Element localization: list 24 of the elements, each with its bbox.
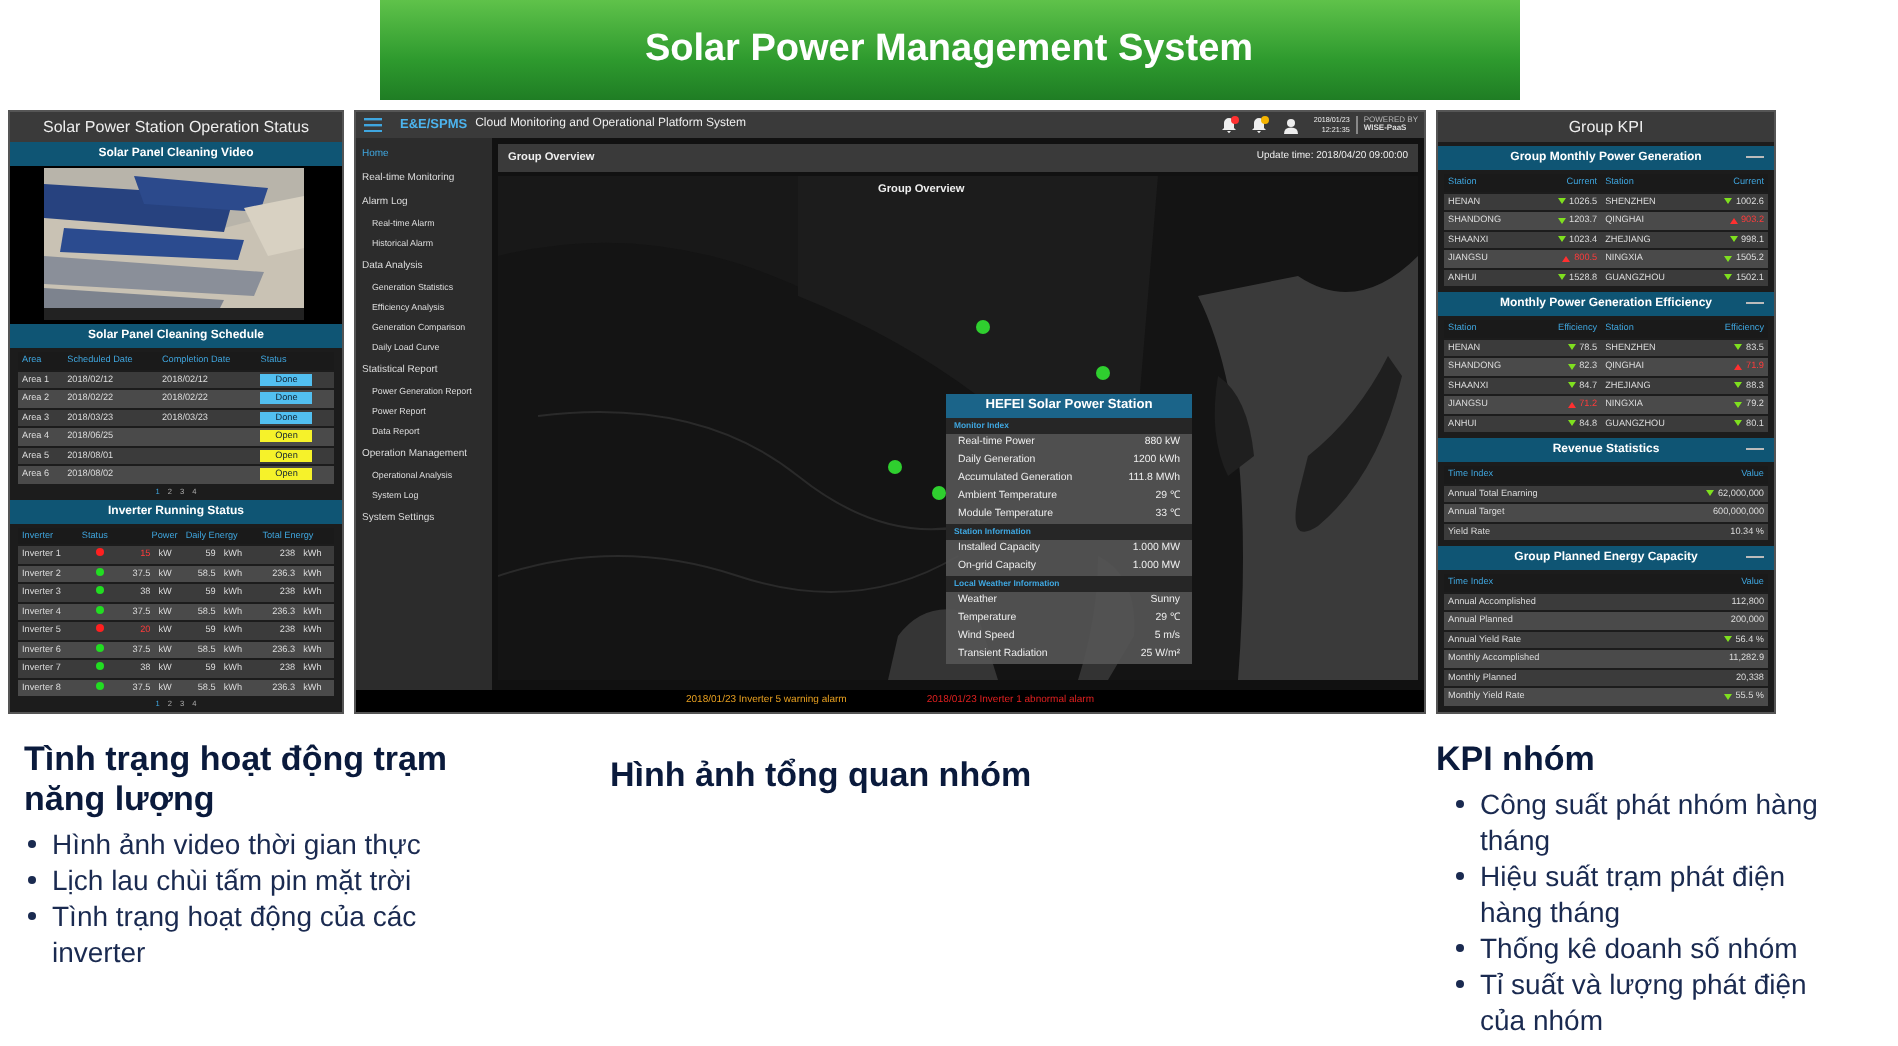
bullet-icon — [1456, 980, 1464, 988]
slide-title: Solar Power Management System — [379, 0, 1519, 100]
bullet-text: Tình trạng hoạt động của các inverter — [52, 898, 419, 970]
bell-icon[interactable] — [1249, 116, 1270, 134]
bullet-icon — [28, 840, 36, 848]
bullet-icon — [1456, 872, 1464, 880]
bullet-text: Hình ảnh video thời gian thực — [52, 826, 421, 862]
caption-heading: Tình trạng hoạt động trạm năng lượng — [24, 740, 450, 820]
bullet-icon — [1456, 944, 1464, 952]
bullet-icon — [28, 876, 36, 884]
menu-icon[interactable] — [364, 118, 382, 132]
user-icon[interactable] — [1283, 117, 1298, 133]
bullet-text: Hiệu suất trạm phát điện hàng tháng — [1480, 858, 1788, 930]
panel-title: Solar Power Station Operation Status — [10, 112, 342, 142]
bullet-text: Công suất phát nhóm hàng tháng — [1480, 786, 1820, 858]
bullet-text: Tỉ suất và lượng phát điện của nhóm — [1480, 966, 1809, 1038]
bell-icon[interactable] — [1219, 116, 1240, 134]
caption-heading: Hình ảnh tổng quan nhóm — [610, 756, 1034, 796]
panel-title: Group KPI — [1438, 112, 1774, 142]
bullet-text: Thống kê doanh số nhóm — [1480, 930, 1798, 966]
bullet-icon — [1456, 800, 1464, 808]
bullet-text: Lịch lau chùi tấm pin mặt trời — [52, 862, 412, 898]
caption-heading: KPI nhóm — [1436, 740, 1597, 780]
bullet-icon — [28, 912, 36, 920]
